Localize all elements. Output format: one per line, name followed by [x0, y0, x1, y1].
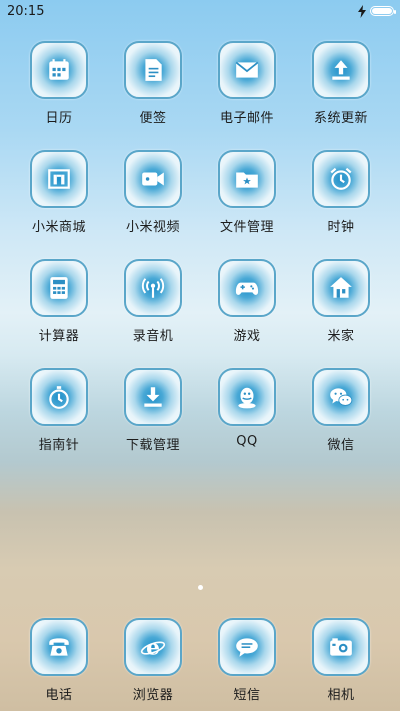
- app-downloads[interactable]: 下载管理: [103, 368, 203, 453]
- message-icon: [218, 618, 276, 676]
- browser-icon: e: [124, 618, 182, 676]
- app-label: 微信: [327, 438, 355, 453]
- app-label: 日历: [45, 111, 73, 126]
- phone-icon: [30, 618, 88, 676]
- app-calendar[interactable]: 日历: [9, 41, 109, 126]
- status-bar: 20:15: [0, 0, 400, 24]
- app-label: 便签: [139, 111, 167, 126]
- app-label: 下载管理: [125, 438, 180, 453]
- app-label: 米家: [327, 329, 355, 344]
- note-icon: [124, 41, 182, 99]
- battery-icon: [370, 6, 396, 16]
- camera-icon: [312, 618, 370, 676]
- svg-text:e: e: [146, 636, 160, 660]
- app-label: 浏览器: [132, 688, 174, 703]
- stopwatch-icon: [30, 368, 88, 426]
- qq-penguin-icon: [218, 368, 276, 426]
- app-label: 电子邮件: [219, 111, 274, 126]
- app-label: 短信: [233, 688, 261, 703]
- app-qq[interactable]: QQ: [197, 368, 297, 449]
- video-camera-icon: [124, 150, 182, 208]
- alarm-clock-icon: [312, 150, 370, 208]
- app-label: 电话: [45, 688, 73, 703]
- app-recorder[interactable]: 录音机: [103, 259, 203, 344]
- dock-camera[interactable]: 相机: [291, 618, 391, 703]
- folder-icon: [218, 150, 276, 208]
- upload-icon: [312, 41, 370, 99]
- app-mi-store[interactable]: 小米商城: [9, 150, 109, 235]
- app-label: 计算器: [38, 329, 80, 344]
- app-label: 文件管理: [219, 220, 274, 235]
- app-file-manager[interactable]: 文件管理: [197, 150, 297, 235]
- calendar-icon: [30, 41, 88, 99]
- app-label: 小米视频: [125, 220, 180, 235]
- app-label: 小米商城: [31, 220, 86, 235]
- app-system-update[interactable]: 系统更新: [291, 41, 391, 126]
- app-label: 录音机: [132, 329, 174, 344]
- app-games[interactable]: 游戏: [197, 259, 297, 344]
- app-label: 游戏: [233, 329, 261, 344]
- app-compass[interactable]: 指南针: [9, 368, 109, 453]
- status-time: 20:15: [7, 4, 45, 19]
- app-label: QQ: [236, 434, 258, 449]
- calculator-icon: [30, 259, 88, 317]
- app-label: 相机: [327, 688, 355, 703]
- app-label: 指南针: [38, 438, 80, 453]
- app-label: 系统更新: [313, 111, 368, 126]
- app-mi-home[interactable]: 米家: [291, 259, 391, 344]
- home-icon: [312, 259, 370, 317]
- app-notes[interactable]: 便签: [103, 41, 203, 126]
- wechat-icon: [312, 368, 370, 426]
- app-wechat[interactable]: 微信: [291, 368, 391, 453]
- dock-messages[interactable]: 短信: [197, 618, 297, 703]
- store-icon: [30, 150, 88, 208]
- app-email[interactable]: 电子邮件: [197, 41, 297, 126]
- app-calculator[interactable]: 计算器: [9, 259, 109, 344]
- app-mi-video[interactable]: 小米视频: [103, 150, 203, 235]
- dock-browser[interactable]: e 浏览器: [103, 618, 203, 703]
- app-label: 时钟: [327, 220, 355, 235]
- download-icon: [124, 368, 182, 426]
- gamepad-icon: [218, 259, 276, 317]
- charging-icon: [358, 5, 366, 18]
- app-clock[interactable]: 时钟: [291, 150, 391, 235]
- page-indicator: [198, 585, 203, 590]
- dock-phone[interactable]: 电话: [9, 618, 109, 703]
- antenna-icon: [124, 259, 182, 317]
- mail-icon: [218, 41, 276, 99]
